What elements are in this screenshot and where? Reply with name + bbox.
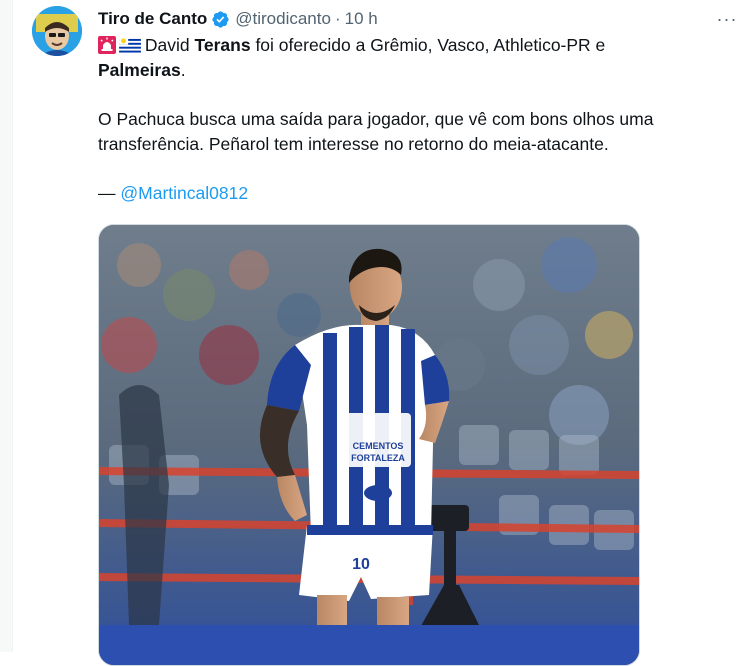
text-line1-a: David	[144, 35, 195, 55]
author-handle[interactable]: @tirodicanto	[235, 9, 331, 29]
tweet-timestamp[interactable]: 10 h	[345, 9, 378, 29]
text-line1-b: foi oferecido a Grêmio, Vasco, Athletico…	[250, 35, 606, 55]
author-name[interactable]: Tiro de Canto	[98, 9, 207, 29]
more-options-icon[interactable]: ···	[713, 7, 741, 31]
uruguay-flag-icon	[119, 36, 141, 54]
tweet-media-photo[interactable]: CEMENTOS FORTALEZA 10	[98, 224, 640, 666]
separator-dot: ·	[334, 9, 341, 28]
tweet-paragraph-1: David Terans foi oferecido a Grêmio, Vas…	[98, 33, 718, 83]
tweet-paragraph-2: O Pachuca busca uma saída para jogador, …	[98, 109, 654, 154]
mention-link[interactable]: @Martincal0812	[120, 183, 248, 203]
tweet-credit: — @Martincal0812	[98, 181, 718, 206]
avatar-image	[32, 6, 82, 56]
player-photo: CEMENTOS FORTALEZA 10	[99, 225, 639, 665]
tweet-header: Tiro de Canto @tirodicanto · 10 h ···	[98, 7, 741, 31]
verified-badge-icon	[211, 10, 230, 29]
jersey-sponsor-bottom: FORTALEZA	[351, 453, 405, 463]
author-avatar[interactable]	[32, 6, 82, 56]
shorts-number: 10	[352, 556, 370, 573]
page: Tiro de Canto @tirodicanto · 10 h ··· Da…	[0, 0, 755, 666]
text-line2-end: .	[180, 60, 186, 80]
tweet-text: David Terans foi oferecido a Grêmio, Vas…	[98, 33, 718, 206]
tweet[interactable]: Tiro de Canto @tirodicanto · 10 h ··· Da…	[12, 0, 755, 666]
text-palmeiras: Palmeiras	[98, 60, 181, 80]
credit-dash: —	[98, 183, 121, 203]
text-terans: Terans	[194, 35, 251, 55]
jersey-sponsor-top: CEMENTOS	[353, 441, 404, 451]
siren-emoji-icon	[98, 36, 116, 54]
